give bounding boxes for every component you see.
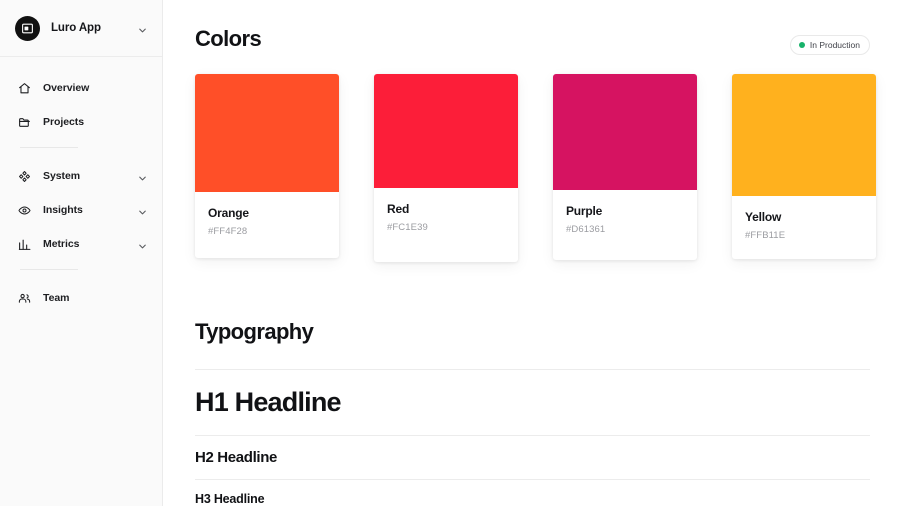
sidebar-item-label: Projects xyxy=(43,116,85,128)
workspace-name: Luro App xyxy=(51,22,101,34)
users-icon xyxy=(17,291,31,305)
sidebar-item-system[interactable]: System xyxy=(0,161,162,191)
color-card[interactable]: Orange #FF4F28 xyxy=(195,74,339,258)
type-sample-row: H3 Headline xyxy=(195,480,870,506)
sidebar-item-projects[interactable]: Projects xyxy=(0,107,162,137)
sidebar-item-overview[interactable]: Overview xyxy=(0,73,162,103)
sidebar-item-label: System xyxy=(43,170,81,182)
color-swatch xyxy=(553,74,697,190)
color-name: Purple xyxy=(566,204,603,218)
sidebar-item-label: Metrics xyxy=(43,238,80,250)
bar-chart-icon xyxy=(17,237,31,251)
chevron-down-icon[interactable] xyxy=(137,171,148,182)
sidebar-divider xyxy=(20,147,78,148)
sidebar-item-metrics[interactable]: Metrics xyxy=(0,229,162,259)
home-icon xyxy=(17,81,31,95)
sidebar: Luro App Overview Projects System Insigh… xyxy=(0,0,163,506)
h1-sample-text: H1 Headline xyxy=(195,387,342,417)
color-card[interactable]: Yellow #FFB11E xyxy=(732,74,876,259)
color-swatch xyxy=(374,74,518,188)
color-name: Yellow xyxy=(745,210,782,224)
color-card-body: Orange #FF4F28 xyxy=(195,192,339,258)
sidebar-divider xyxy=(20,269,78,270)
sidebar-item-insights[interactable]: Insights xyxy=(0,195,162,225)
status-badge[interactable]: In Production xyxy=(789,35,870,55)
color-hex: #FC1E39 xyxy=(387,222,428,233)
color-swatch xyxy=(732,74,876,196)
h3-sample-text: H3 Headline xyxy=(195,492,265,506)
sidebar-item-label: Team xyxy=(43,292,70,304)
color-card[interactable]: Purple #D61361 xyxy=(553,74,697,260)
chevron-down-icon[interactable] xyxy=(137,205,148,216)
color-swatch xyxy=(195,74,339,192)
h2-sample-text: H2 Headline xyxy=(195,449,278,466)
colors-section-header: Colors In Production xyxy=(195,0,870,55)
sidebar-item-label: Overview xyxy=(43,82,90,94)
app-root: Luro App Overview Projects System Insigh… xyxy=(0,0,900,506)
sidebar-nav: Overview Projects System Insights Metric… xyxy=(0,57,162,313)
color-card-body: Yellow #FFB11E xyxy=(732,196,876,259)
component-icon xyxy=(17,169,31,183)
eye-icon xyxy=(17,203,31,217)
type-sample-row: H1 Headline xyxy=(195,370,870,436)
status-dot-icon xyxy=(798,42,805,48)
color-hex: #FFB11E xyxy=(745,230,786,241)
color-card-body: Purple #D61361 xyxy=(553,190,697,260)
main-content: Colors In Production Orange #FF4F28 Red … xyxy=(163,0,900,506)
chevron-down-icon[interactable] xyxy=(137,239,148,250)
workspace-switcher[interactable]: Luro App xyxy=(0,0,162,57)
color-hex: #D61361 xyxy=(566,224,606,235)
color-hex: #FF4F28 xyxy=(208,226,248,237)
chevron-down-icon[interactable] xyxy=(137,23,148,34)
color-name: Orange xyxy=(208,206,249,220)
sidebar-item-team[interactable]: Team xyxy=(0,283,162,313)
page-title: Colors xyxy=(195,26,262,51)
color-swatch-grid: Orange #FF4F28 Red #FC1E39 Purple #D6136… xyxy=(195,74,876,262)
folder-icon xyxy=(17,115,31,129)
sidebar-item-label: Insights xyxy=(43,204,83,216)
color-card[interactable]: Red #FC1E39 xyxy=(374,74,518,262)
color-name: Red xyxy=(387,202,410,216)
typography-section-title: Typography xyxy=(195,319,314,344)
type-sample-row: H2 Headline xyxy=(195,436,870,480)
color-card-body: Red #FC1E39 xyxy=(374,188,518,262)
app-window-logo-icon xyxy=(15,15,40,41)
status-badge-label: In Production xyxy=(809,40,860,50)
